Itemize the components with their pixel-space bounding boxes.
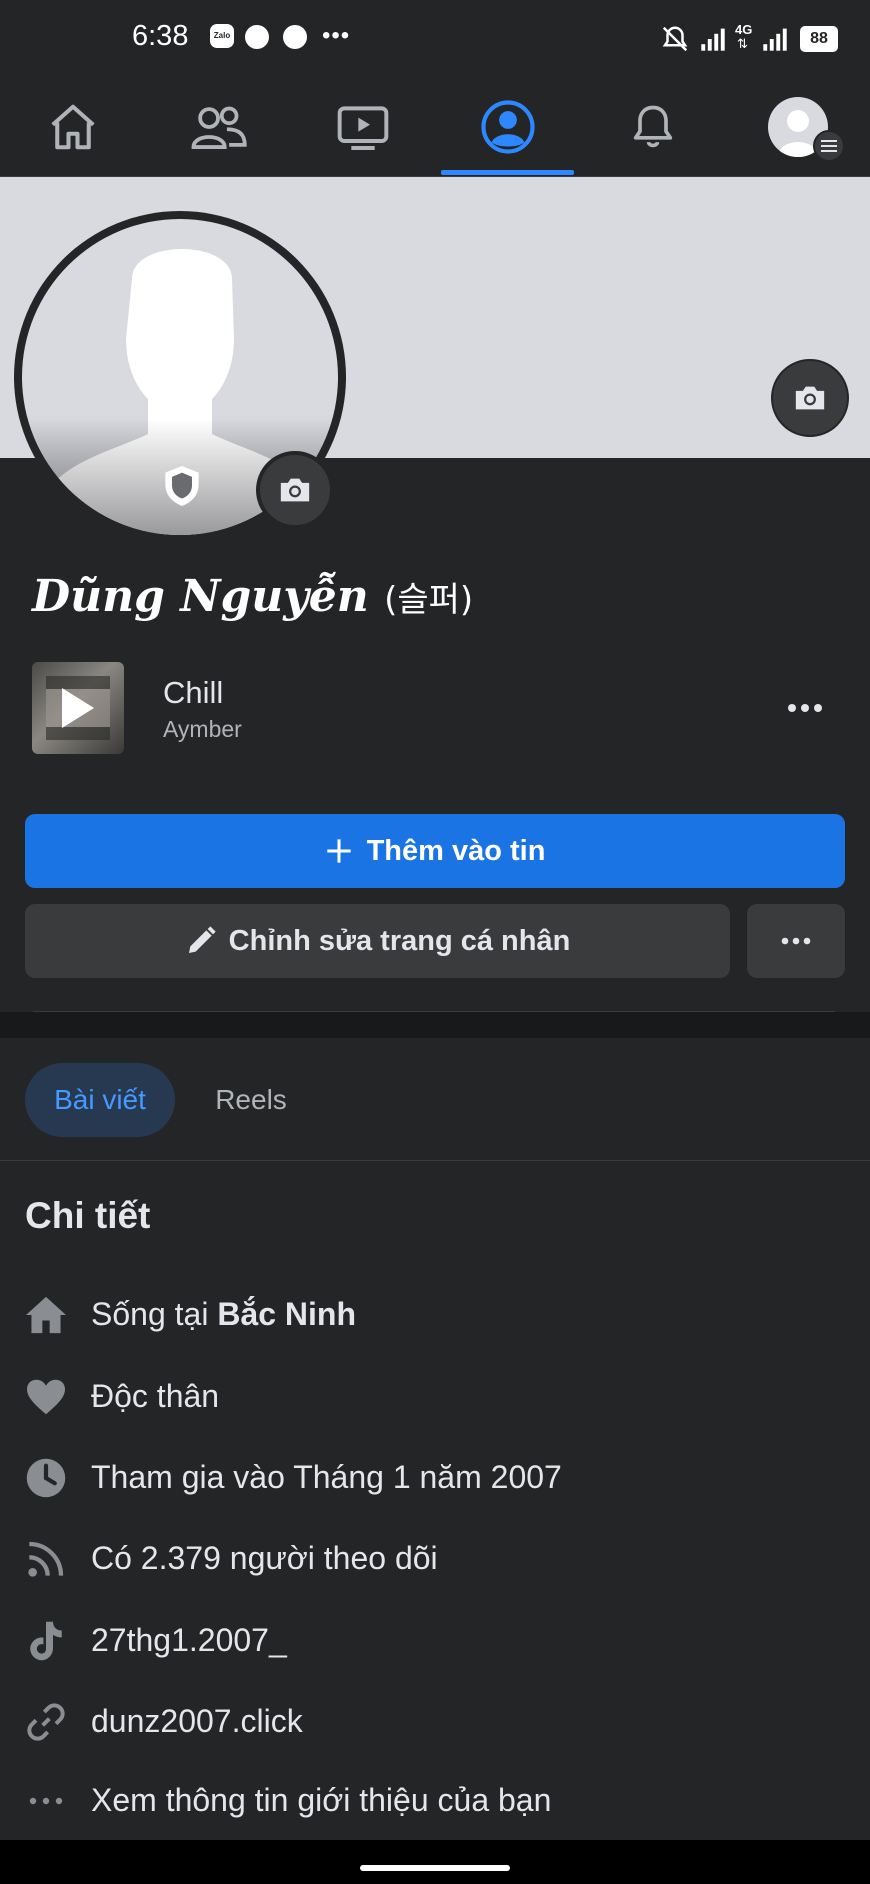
edit-avatar-button[interactable] [256,451,334,529]
clock-icon [23,1455,69,1501]
nav-menu[interactable] [725,78,870,176]
detail-lives-in: Sống tại Bắc Ninh [0,1284,870,1344]
more-dots-icon [788,704,822,712]
nav-active-indicator [441,170,574,175]
detail-website-text: dunz2007.click [91,1703,303,1739]
home-indicator[interactable] [360,1865,510,1871]
chat-icon [245,25,269,49]
edit-profile-label: Chỉnh sửa trang cá nhân [228,924,571,957]
detail-followers[interactable]: Có 2.379 người theo dõi [0,1528,870,1588]
rss-icon [23,1536,69,1582]
plus-icon [326,839,351,863]
music-more-button[interactable] [780,690,830,726]
data-arrows-icon: ⇅ [737,36,748,51]
network-type: 4G [735,22,753,37]
heart-icon [23,1374,69,1420]
system-nav-bar [0,1840,870,1884]
detail-followers-text: Có 2.379 người theo dõi [91,1540,438,1576]
detail-website[interactable]: dunz2007.click [0,1691,870,1751]
tab-reels[interactable]: Reels [196,1063,306,1137]
camera-icon [795,386,825,410]
signal-icon [701,28,725,51]
play-icon [62,688,94,728]
detail-joined-text: Tham gia vào Tháng 1 năm 2007 [91,1459,562,1495]
detail-tiktok-text: 27thg1.2007_ [91,1622,287,1658]
profile-more-button[interactable] [747,904,845,978]
music-artist: Aymber [163,716,242,742]
camera-icon [280,478,310,502]
tab-posts[interactable]: Bài viết [25,1063,175,1137]
profile-name-text: Dũng Nguyễn [32,571,369,622]
see-about-text: Xem thông tin giới thiệu của bạn [91,1782,552,1818]
profile-alt-name: (슬퍼) [384,580,474,620]
battery-icon: 88 [800,26,838,52]
nav-watch[interactable] [290,78,435,176]
profile-icon [480,100,535,154]
zalo-icon: Zalo [210,24,234,48]
menu-lines-icon [813,130,845,162]
more-dots-icon [781,937,811,945]
profile-name: Dũng Nguyễn (슬퍼) [32,571,473,622]
more-notifications-icon: ••• [322,22,351,49]
home-filled-icon [23,1292,69,1338]
home-icon [50,104,95,150]
section-separator [0,1012,870,1038]
nav-notifications[interactable] [580,78,725,176]
top-nav [0,78,870,177]
more-dots-icon [23,1778,69,1824]
detail-lives-prefix: Sống tại [91,1296,218,1332]
detail-lives-city[interactable]: Bắc Ninh [217,1296,356,1332]
nav-profile[interactable] [435,78,580,176]
signal-icon-2 [763,28,787,51]
add-to-story-label: Thêm vào tin [366,834,546,867]
detail-relationship: Độc thân [0,1366,870,1426]
add-to-story-button[interactable]: Thêm vào tin [25,814,845,888]
detail-relationship-text: Độc thân [91,1378,220,1414]
bell-muted-icon [662,26,688,52]
music-play-button[interactable] [32,662,124,754]
details-heading: Chi tiết [25,1195,151,1236]
music-title[interactable]: Chill [163,675,223,711]
watch-icon [337,106,388,150]
tiktok-icon [23,1618,69,1664]
bell-icon [633,105,672,148]
edit-profile-button[interactable]: Chỉnh sửa trang cá nhân [25,904,730,978]
pencil-icon [188,926,216,953]
nav-home[interactable] [0,78,145,176]
status-bar: 6:38 Zalo ••• 4G ⇅ 88 [0,0,870,78]
detail-joined: Tham gia vào Tháng 1 năm 2007 [0,1447,870,1507]
tabs-divider [0,1160,870,1161]
friends-icon [191,106,247,149]
edit-cover-button[interactable] [771,359,849,437]
nav-friends[interactable] [145,78,290,176]
messenger-icon [283,25,307,49]
detail-tiktok[interactable]: 27thg1.2007_ [0,1610,870,1670]
link-icon [23,1699,69,1745]
see-about-link[interactable]: Xem thông tin giới thiệu của bạn [0,1770,870,1830]
profile-guard-shield-icon [165,466,199,506]
status-time: 6:38 [132,20,189,52]
